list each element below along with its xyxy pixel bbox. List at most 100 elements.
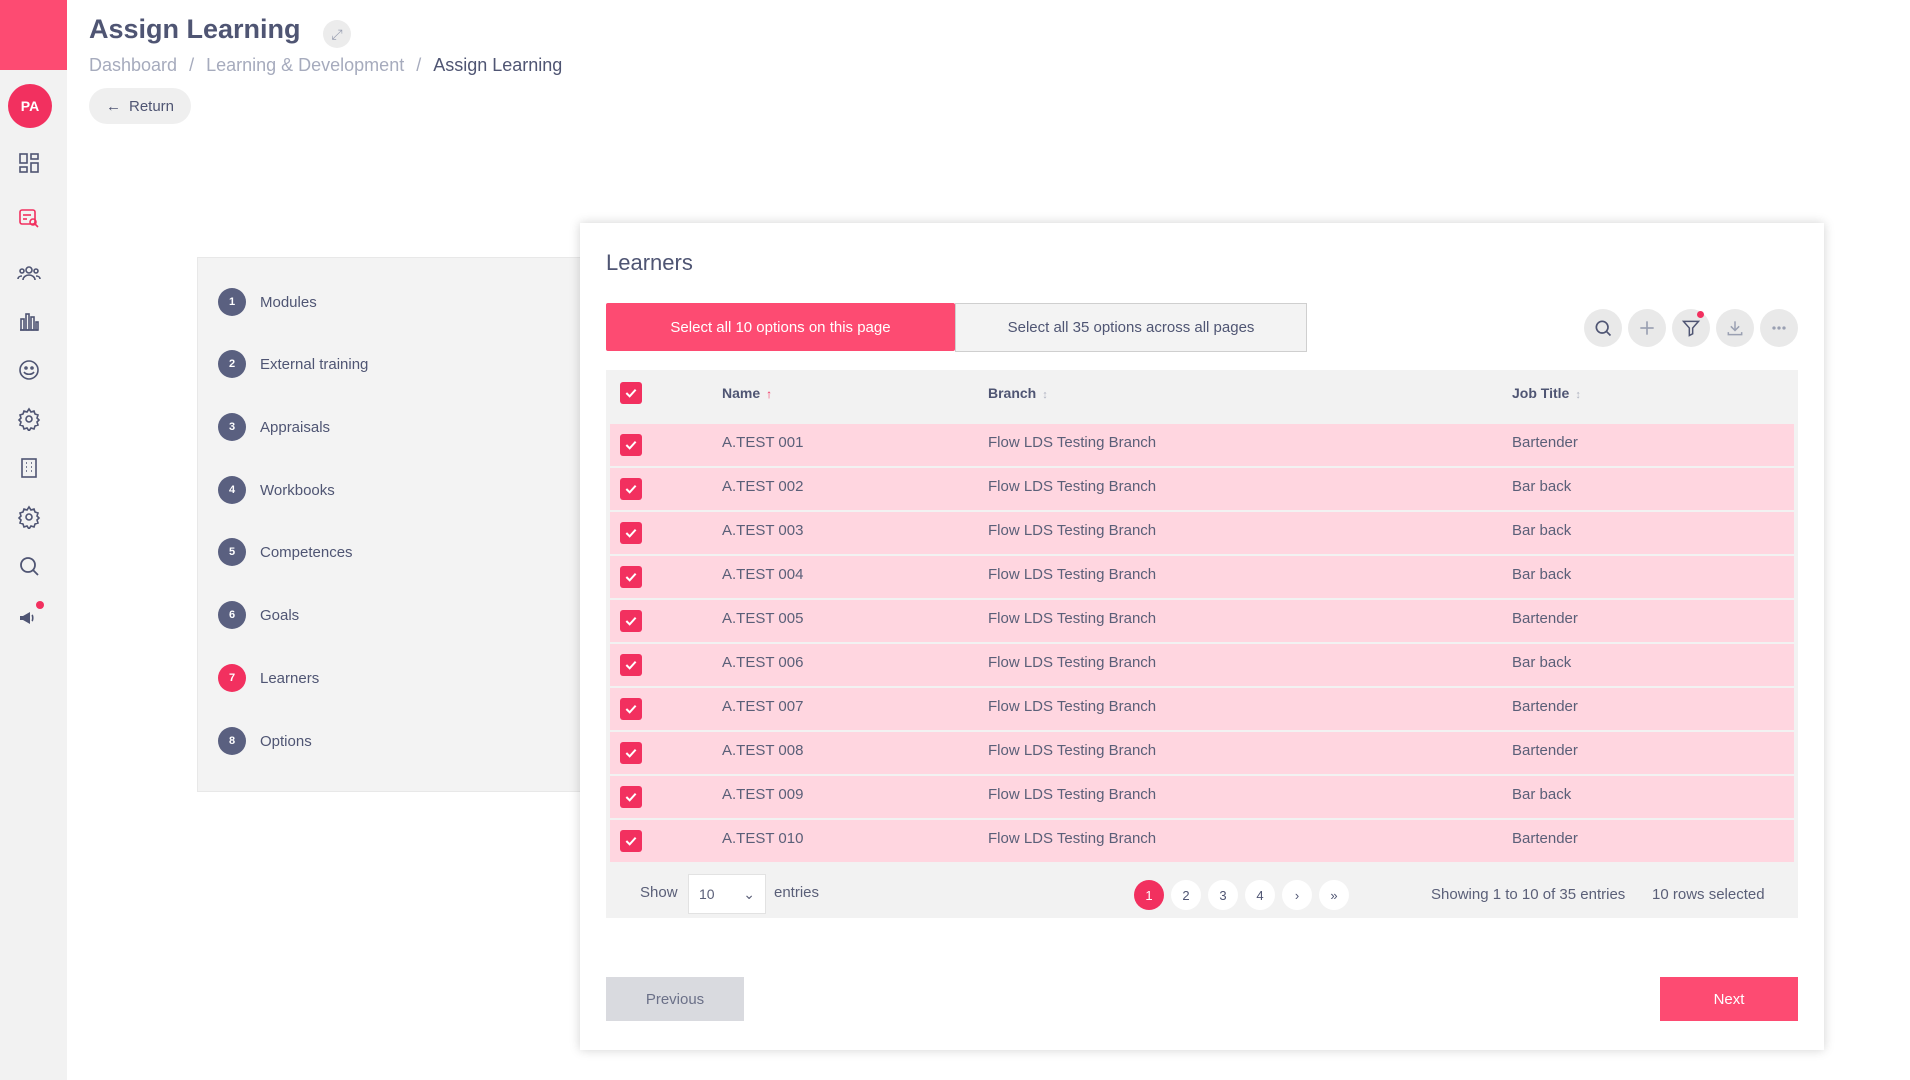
rows-selected-count: 10 rows selected: [1652, 886, 1765, 903]
dashboard-icon[interactable]: [14, 148, 44, 178]
row-checkbox[interactable]: [620, 698, 642, 720]
smiley-icon[interactable]: [14, 355, 44, 385]
next-button[interactable]: Next: [1660, 977, 1798, 1021]
table-row[interactable]: A.TEST 002 Flow LDS Testing Branch Bar b…: [610, 468, 1794, 510]
brand-logo[interactable]: [0, 0, 67, 70]
row-checkbox[interactable]: [620, 478, 642, 500]
gear-icon[interactable]: [14, 502, 44, 532]
more-icon[interactable]: [1760, 309, 1798, 347]
cell-name: A.TEST 009: [722, 786, 804, 803]
column-branch[interactable]: Branch ↕: [988, 385, 1048, 401]
column-label: Branch: [988, 385, 1037, 401]
breadcrumb-separator: /: [416, 55, 422, 75]
step-label: Workbooks: [260, 481, 335, 499]
column-name[interactable]: Name ↑: [722, 385, 772, 401]
show-label: Show: [640, 884, 678, 901]
row-checkbox[interactable]: [620, 830, 642, 852]
cell-name: A.TEST 005: [722, 610, 804, 627]
step-external-training[interactable]: 2 External training: [218, 350, 368, 378]
plus-icon[interactable]: [1628, 309, 1666, 347]
page-4[interactable]: 4: [1245, 880, 1275, 910]
step-label: Competences: [260, 543, 353, 561]
step-modules[interactable]: 1 Modules: [218, 288, 317, 316]
step-competences[interactable]: 5 Competences: [218, 538, 353, 566]
previous-button[interactable]: Previous: [606, 977, 744, 1021]
search-icon[interactable]: [14, 551, 44, 581]
entries-select[interactable]: 10 ⌄: [688, 874, 766, 914]
table-row[interactable]: A.TEST 006 Flow LDS Testing Branch Bar b…: [610, 644, 1794, 686]
page-3[interactable]: 3: [1208, 880, 1238, 910]
cell-name: A.TEST 006: [722, 654, 804, 671]
entries-value: 10: [699, 886, 715, 902]
step-number: 1: [218, 288, 246, 316]
expand-icon[interactable]: ⤢: [323, 20, 351, 48]
step-workbooks[interactable]: 4 Workbooks: [218, 476, 335, 504]
breadcrumb-dashboard[interactable]: Dashboard: [89, 55, 177, 76]
cell-branch: Flow LDS Testing Branch: [988, 742, 1157, 759]
step-label: Goals: [260, 606, 300, 624]
cell-job-title: Bartender: [1512, 610, 1578, 627]
step-label: Appraisals: [260, 418, 331, 436]
settings-icon[interactable]: [14, 404, 44, 434]
learners-card: Learners Select all 10 options on this p…: [580, 223, 1824, 1050]
table-row[interactable]: A.TEST 009 Flow LDS Testing Branch Bar b…: [610, 776, 1794, 818]
step-goals[interactable]: 6 Goals: [218, 601, 299, 629]
step-label: Learners: [260, 669, 320, 687]
search-icon[interactable]: [1584, 309, 1622, 347]
avatar[interactable]: PA: [8, 84, 52, 128]
page-title: Assign Learning: [89, 14, 301, 44]
bar-chart-icon[interactable]: [14, 306, 44, 336]
table-row[interactable]: A.TEST 010 Flow LDS Testing Branch Barte…: [610, 820, 1794, 862]
step-learners[interactable]: 7 Learners: [218, 664, 319, 692]
row-checkbox[interactable]: [620, 654, 642, 676]
last-page-icon[interactable]: »: [1319, 880, 1349, 910]
notification-dot: [36, 601, 44, 609]
return-button[interactable]: ← Return: [89, 88, 191, 124]
step-options[interactable]: 8 Options: [218, 727, 312, 755]
table-row[interactable]: A.TEST 008 Flow LDS Testing Branch Barte…: [610, 732, 1794, 774]
table-row[interactable]: A.TEST 004 Flow LDS Testing Branch Bar b…: [610, 556, 1794, 598]
cell-name: A.TEST 001: [722, 434, 804, 451]
page-1[interactable]: 1: [1134, 880, 1164, 910]
select-all-checkbox[interactable]: [620, 382, 642, 404]
showing-entries: Showing 1 to 10 of 35 entries: [1431, 886, 1626, 903]
row-checkbox[interactable]: [620, 434, 642, 456]
filter-icon[interactable]: [1672, 309, 1710, 347]
cell-name: A.TEST 007: [722, 698, 804, 715]
cell-job-title: Bartender: [1512, 434, 1578, 451]
row-checkbox[interactable]: [620, 610, 642, 632]
table-row[interactable]: A.TEST 005 Flow LDS Testing Branch Barte…: [610, 600, 1794, 642]
table-row[interactable]: A.TEST 001 Flow LDS Testing Branch Barte…: [610, 424, 1794, 466]
select-page-button[interactable]: Select all 10 options on this page: [606, 303, 955, 351]
row-checkbox[interactable]: [620, 566, 642, 588]
row-checkbox[interactable]: [620, 522, 642, 544]
breadcrumb: Dashboard / Learning & Development / Ass…: [89, 55, 562, 76]
column-label: Name: [722, 385, 761, 401]
filter-active-dot: [1697, 311, 1704, 318]
learning-search-icon[interactable]: [14, 203, 44, 233]
cell-branch: Flow LDS Testing Branch: [988, 698, 1157, 715]
sort-icon: ↕: [1575, 389, 1581, 401]
table-row[interactable]: A.TEST 007 Flow LDS Testing Branch Barte…: [610, 688, 1794, 730]
sort-asc-icon: ↑: [766, 387, 773, 401]
step-label: Options: [260, 732, 312, 750]
column-job-title[interactable]: Job Title ↕: [1512, 385, 1581, 401]
breadcrumb-learning-development[interactable]: Learning & Development: [206, 55, 404, 76]
sort-icon: ↕: [1042, 389, 1048, 401]
step-appraisals[interactable]: 3 Appraisals: [218, 413, 330, 441]
cell-job-title: Bartender: [1512, 698, 1578, 715]
cell-name: A.TEST 003: [722, 522, 804, 539]
download-icon[interactable]: [1716, 309, 1754, 347]
select-all-pages-button[interactable]: Select all 35 options across all pages: [955, 303, 1307, 352]
building-icon[interactable]: [14, 453, 44, 483]
cell-job-title: Bartender: [1512, 830, 1578, 847]
people-icon[interactable]: [14, 258, 44, 288]
page-2[interactable]: 2: [1171, 880, 1201, 910]
table-row[interactable]: A.TEST 003 Flow LDS Testing Branch Bar b…: [610, 512, 1794, 554]
megaphone-icon[interactable]: [14, 601, 44, 633]
return-label: Return: [128, 97, 175, 115]
next-page-icon[interactable]: ›: [1282, 880, 1312, 910]
row-checkbox[interactable]: [620, 786, 642, 808]
step-label: External training: [260, 355, 369, 373]
row-checkbox[interactable]: [620, 742, 642, 764]
